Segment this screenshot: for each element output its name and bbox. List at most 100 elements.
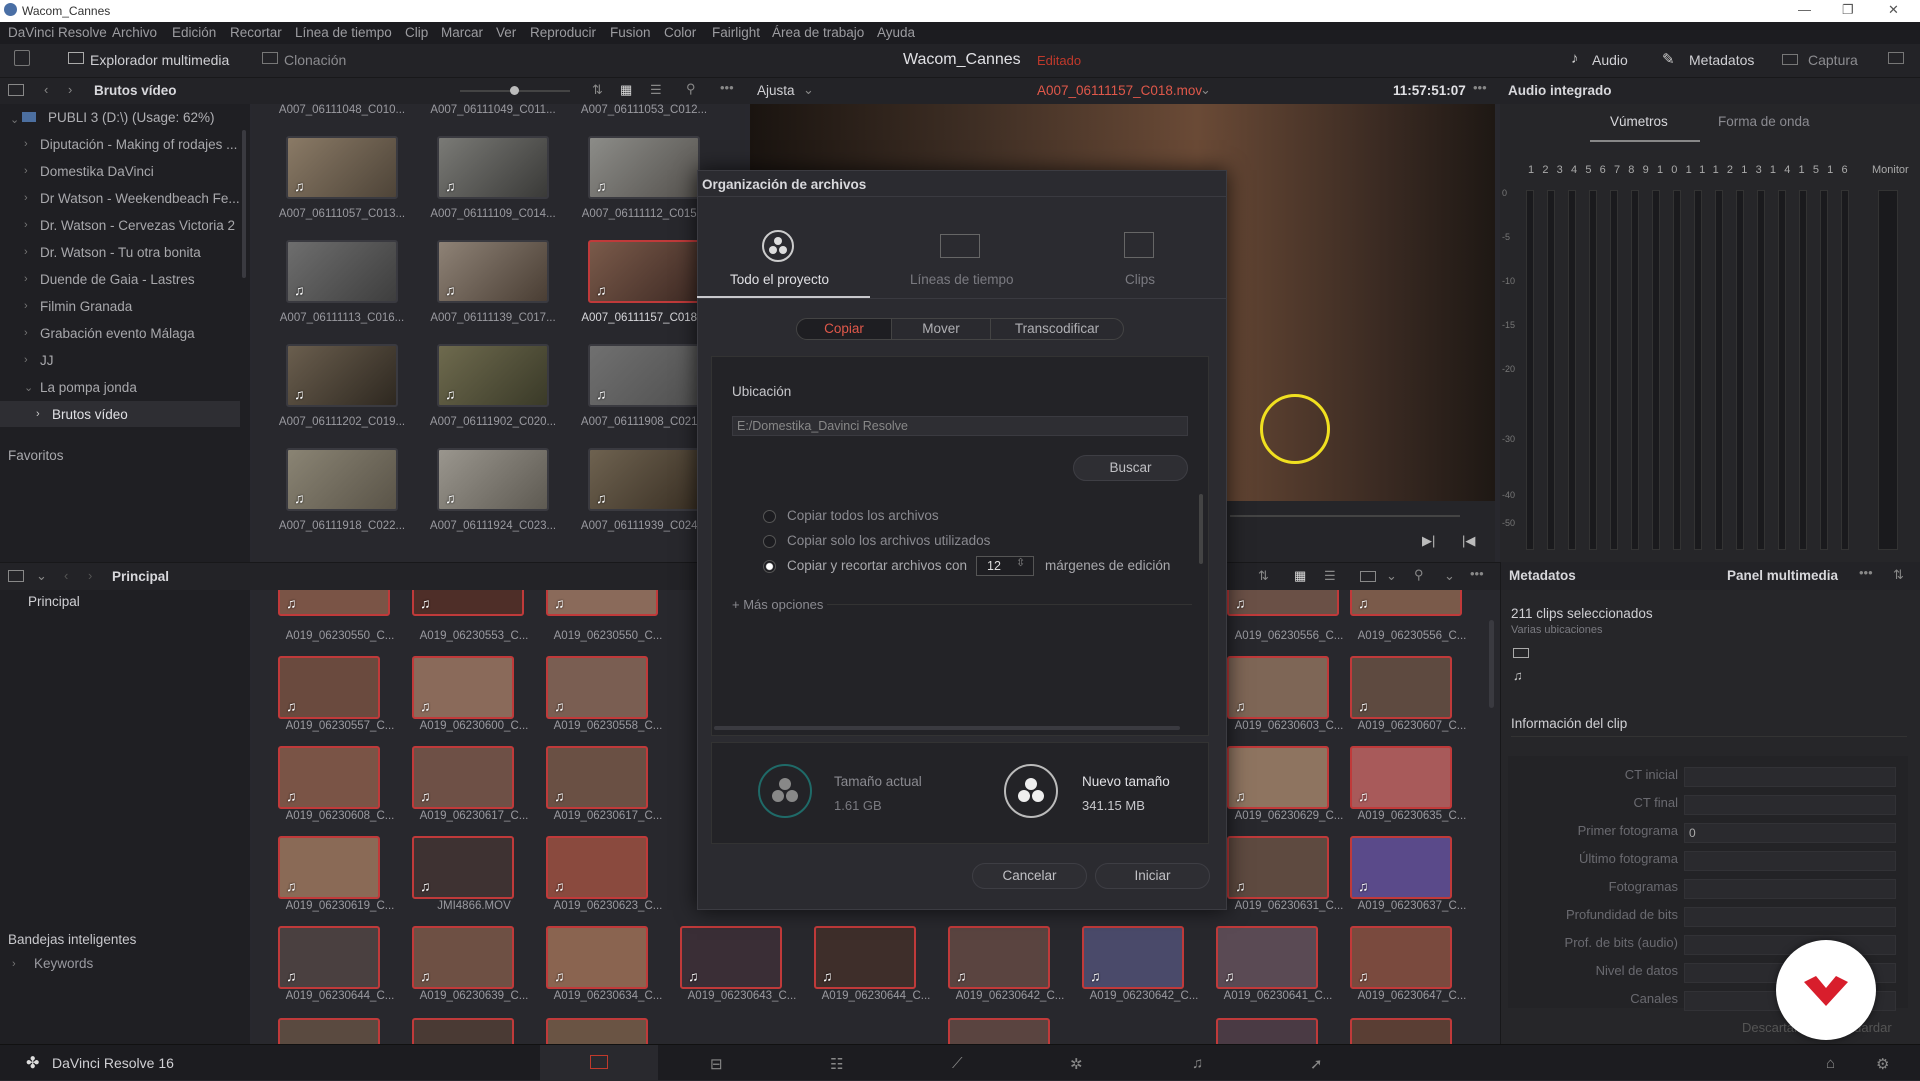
- menu-marcar[interactable]: Marcar: [441, 25, 483, 40]
- folder-item[interactable]: Dr. Watson - Cervezas Victoria 2: [40, 218, 235, 233]
- clip-thumbnail[interactable]: ♫: [1216, 926, 1318, 989]
- viewer-scrubber[interactable]: [1230, 515, 1460, 517]
- browse-button[interactable]: Buscar: [1073, 455, 1188, 481]
- grid-view-icon[interactable]: ▦: [620, 82, 632, 98]
- zoom-slider-handle[interactable]: [510, 86, 519, 95]
- back-icon[interactable]: ‹: [64, 568, 68, 583]
- folder-item[interactable]: Filmin Granada: [40, 299, 132, 314]
- tab-vumeters[interactable]: Vúmetros: [1610, 114, 1668, 129]
- color-page-icon[interactable]: ✲: [1070, 1055, 1083, 1073]
- clip-thumbnail[interactable]: ♫: [437, 448, 549, 511]
- more-options-icon[interactable]: •••: [1470, 566, 1484, 581]
- sidebar-toggle-icon[interactable]: [8, 570, 24, 582]
- clip-thumbnail[interactable]: [1216, 1018, 1318, 1044]
- seg-move[interactable]: Mover: [891, 318, 991, 340]
- clip-thumbnail[interactable]: [948, 1018, 1050, 1044]
- search-icon[interactable]: ⚲: [1414, 567, 1424, 583]
- bin-principal[interactable]: Principal: [28, 594, 80, 609]
- menu-area-trabajo[interactable]: Área de trabajo: [772, 25, 864, 40]
- viewer-clip-name[interactable]: A007_06111157_C018.mov: [1037, 83, 1202, 98]
- back-icon[interactable]: ‹: [44, 82, 48, 97]
- chevron-down-icon[interactable]: ⌄: [1444, 568, 1455, 584]
- tab-waveform[interactable]: Forma de onda: [1718, 114, 1810, 129]
- location-field[interactable]: E:/Domestika_Davinci Resolve: [732, 416, 1188, 436]
- folder-item[interactable]: JJ: [40, 353, 54, 368]
- seg-transcode[interactable]: Transcodificar: [990, 318, 1124, 340]
- clip-thumbnail[interactable]: ♫: [286, 344, 398, 407]
- clip-thumbnail[interactable]: ♫: [546, 746, 648, 809]
- options-scrollbar[interactable]: [1199, 494, 1203, 564]
- home-icon[interactable]: ⌂: [1826, 1055, 1835, 1072]
- more-options-icon[interactable]: •••: [1859, 565, 1873, 580]
- clip-thumbnail[interactable]: ♫: [278, 836, 380, 899]
- margin-input[interactable]: 12: [976, 556, 1034, 576]
- list-view-icon[interactable]: ☰: [650, 82, 662, 98]
- chevron-down-icon[interactable]: ⌄: [1386, 568, 1397, 584]
- radio-copy-used-label[interactable]: Copiar solo los archivos utilizados: [787, 533, 990, 548]
- clip-thumbnail[interactable]: ♫: [278, 656, 380, 719]
- clip-thumbnail[interactable]: ♫: [546, 656, 648, 719]
- radio-copy-all[interactable]: [763, 510, 776, 523]
- project-icon[interactable]: [762, 230, 794, 262]
- sort-icon[interactable]: ⇅: [1893, 567, 1904, 583]
- stepper-icon[interactable]: ⇳: [1016, 556, 1025, 569]
- metadata-panel-label[interactable]: Panel multimedia: [1727, 568, 1838, 583]
- clip-thumbnail[interactable]: ♫: [286, 448, 398, 511]
- radio-copy-used[interactable]: [763, 535, 776, 548]
- seg-copy[interactable]: Copiar: [796, 318, 892, 340]
- radio-copy-all-label[interactable]: Copiar todos los archivos: [787, 508, 939, 523]
- chevron-down-icon[interactable]: ⌄: [36, 568, 47, 584]
- clip-thumbnail[interactable]: [546, 1018, 648, 1044]
- clip-thumbnail[interactable]: ♫: [437, 344, 549, 407]
- cancel-button[interactable]: Cancelar: [972, 863, 1087, 889]
- forward-icon[interactable]: ›: [88, 568, 92, 583]
- settings-gear-icon[interactable]: ⚙: [1876, 1055, 1889, 1073]
- clip-thumbnail[interactable]: ♫: [412, 746, 514, 809]
- field-value-primer-fotograma[interactable]: 0: [1684, 823, 1896, 843]
- clip-thumbnail[interactable]: ♫: [588, 448, 700, 511]
- field-value-fotogramas[interactable]: [1684, 879, 1896, 899]
- minimize-button[interactable]: —: [1798, 2, 1811, 17]
- media-pool-button[interactable]: Explorador multimedia: [90, 52, 229, 68]
- folder-item[interactable]: Diputación - Making of rodajes ...: [40, 137, 237, 152]
- clip-thumbnail[interactable]: ♫: [1227, 836, 1329, 899]
- clip-thumbnail[interactable]: ♫: [1350, 656, 1452, 719]
- clip-thumbnail[interactable]: ♫: [278, 926, 380, 989]
- audio-button[interactable]: Audio: [1592, 52, 1628, 68]
- chevron-down-icon[interactable]: ⌄: [803, 82, 814, 98]
- clip-thumbnail[interactable]: ♫: [412, 656, 514, 719]
- clip-thumbnail[interactable]: [278, 1018, 380, 1044]
- clip-thumbnail[interactable]: ♫: [437, 136, 549, 199]
- tab-clips[interactable]: Clips: [1125, 272, 1155, 287]
- menu-recortar[interactable]: Recortar: [230, 25, 282, 40]
- forward-icon[interactable]: ›: [68, 82, 72, 97]
- grid-view-icon[interactable]: ▦: [1294, 568, 1306, 584]
- folder-item[interactable]: Dr. Watson - Tu otra bonita: [40, 245, 201, 260]
- tree-scrollbar[interactable]: [242, 130, 246, 278]
- subfolder-item[interactable]: Brutos vídeo: [52, 407, 128, 422]
- folder-item[interactable]: Dr Watson - Weekendbeach Fe...: [40, 191, 240, 206]
- clip-thumbnail[interactable]: ♫: [1350, 590, 1462, 616]
- field-value-bit-depth[interactable]: [1684, 907, 1896, 927]
- clip-thumbnail[interactable]: ♫: [1227, 656, 1329, 719]
- menu-fairlight[interactable]: Fairlight: [712, 25, 760, 40]
- clip-thumbnail[interactable]: ♫: [546, 590, 658, 616]
- more-options-link[interactable]: + Más opciones: [732, 597, 823, 612]
- menu-color[interactable]: Color: [664, 25, 696, 40]
- menu-reproducir[interactable]: Reproducir: [530, 25, 596, 40]
- field-value-ct-inicial[interactable]: [1684, 767, 1896, 787]
- clip-thumbnail[interactable]: ♫: [546, 926, 648, 989]
- radio-copy-trim-label[interactable]: Copiar y recortar archivos con: [787, 558, 967, 573]
- clip-thumbnail[interactable]: ♫: [1350, 926, 1452, 989]
- clip-thumbnail[interactable]: ♫: [437, 240, 549, 303]
- volume-item[interactable]: PUBLI 3 (D:\) (Usage: 62%): [48, 110, 215, 125]
- media-page-icon[interactable]: [590, 1055, 608, 1069]
- clip-thumbnail[interactable]: ♫: [278, 590, 390, 616]
- sidebar-toggle-icon[interactable]: [8, 84, 24, 96]
- clip-thumbnail[interactable]: ♫: [286, 240, 398, 303]
- sort-icon[interactable]: ⇅: [592, 82, 603, 98]
- clip-thumbnail[interactable]: ♫: [1082, 926, 1184, 989]
- folder-item[interactable]: Duende de Gaia - Lastres: [40, 272, 195, 287]
- field-value-ultimo-fotograma[interactable]: [1684, 851, 1896, 871]
- chevron-down-icon[interactable]: ⌄: [1200, 82, 1211, 98]
